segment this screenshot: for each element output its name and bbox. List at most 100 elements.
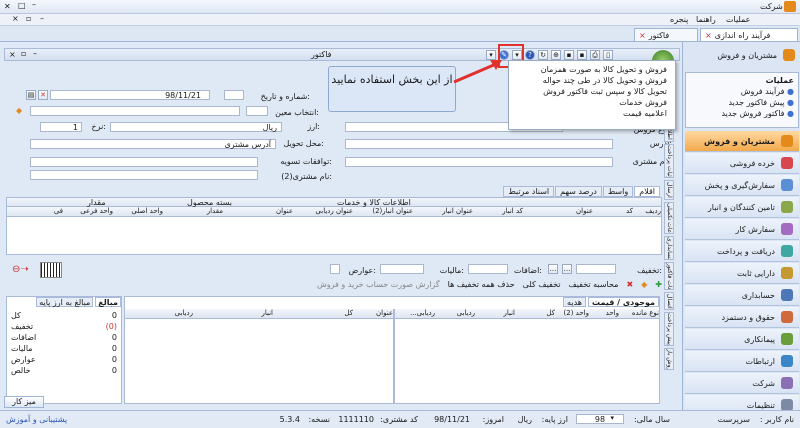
discount-ellipsis-button[interactable]: … — [548, 264, 558, 274]
menu-sale-delivery-simultaneous[interactable]: فروش و تحویل کالا به صورت همزمان — [517, 64, 667, 75]
clear-date-icon[interactable]: ✕ — [38, 90, 48, 100]
vtab-payment[interactable]: جزئیات پرداخت — [664, 144, 674, 178]
tab-items[interactable]: اقلام — [634, 186, 660, 197]
support-link[interactable]: پشتیبانی و آموزش — [6, 415, 67, 424]
help-icon[interactable]: ? — [525, 49, 535, 60]
menu-item-operations[interactable]: عملیات — [726, 15, 750, 24]
minimize-icon[interactable]: – — [32, 0, 36, 9]
report-button[interactable]: گزارش صورت حساب خرید و فروش — [317, 280, 440, 289]
op-new-invoice[interactable]: ● فاکتور فروش جدید — [690, 109, 794, 120]
col-warehouse2[interactable]: عنوان انبار(2) — [353, 207, 413, 216]
col-row[interactable]: ردیف — [633, 207, 661, 216]
col-price[interactable]: فی — [43, 207, 63, 216]
menu-service-sale[interactable]: فروش خدمات — [517, 97, 667, 108]
barcode-icon[interactable] — [40, 262, 62, 278]
menu-price-quote[interactable]: اعلامیه قیمت — [517, 108, 667, 119]
op-new-proforma[interactable]: ● پیش فاکتور جدید — [690, 98, 794, 109]
col-warehouse-code[interactable]: کد انبار — [473, 207, 523, 216]
duties-field[interactable] — [330, 264, 340, 274]
col-warehouse[interactable]: عنوان انبار — [413, 207, 473, 216]
lookup-icon[interactable]: ◆ — [16, 106, 22, 115]
col-tracking[interactable]: عنوان ردیابی — [293, 207, 353, 216]
col-quantity[interactable]: مقدار — [163, 207, 223, 216]
tab-invoice[interactable]: × فاکتور — [634, 28, 698, 41]
col-tracking[interactable]: ردیابی — [435, 309, 475, 318]
close-icon[interactable]: ✕ — [4, 2, 11, 11]
nav-button[interactable]: سفارش‌گیری و پخش — [685, 175, 799, 196]
invoice-number-field[interactable] — [224, 90, 244, 100]
attach-icon[interactable]: ⊕ — [551, 49, 561, 60]
nav-button[interactable]: خرده فروشی — [685, 153, 799, 174]
menu-item-help[interactable]: راهنما — [696, 15, 716, 24]
discount-field[interactable] — [576, 264, 616, 274]
new-document-icon[interactable]: ▯ — [603, 49, 613, 60]
tab-share[interactable]: درصد سهم — [555, 186, 602, 197]
add-icon[interactable]: ✚ — [655, 280, 662, 289]
splitter[interactable] — [393, 309, 395, 403]
settlement-field[interactable] — [30, 157, 258, 167]
col-unit[interactable]: واحد — [589, 309, 619, 318]
col-sub-unit[interactable]: واحد فرعی — [63, 207, 113, 216]
ledger-field[interactable] — [30, 106, 240, 116]
tax-field[interactable] — [380, 264, 424, 274]
menu-sale-delivery-multiple[interactable]: فروش و تحویل کالا در طی چند حواله — [517, 75, 667, 86]
col-warehouse[interactable]: انبار — [475, 309, 515, 318]
maximize-icon[interactable]: □ — [18, 1, 26, 10]
address-field[interactable] — [345, 139, 613, 149]
tab-gift[interactable]: هدیه — [563, 297, 586, 307]
vtab-invoice-info[interactable]: اطلاعات فاکتور — [664, 262, 674, 290]
tab-amounts[interactable]: مبالغ — [95, 297, 121, 307]
total-discount-button[interactable]: تخفیف کلی — [523, 280, 561, 289]
additions-field[interactable] — [468, 264, 508, 274]
customer-field[interactable] — [345, 157, 613, 167]
calc-discount-button[interactable]: محاسبه تخفیف — [568, 280, 618, 289]
col-unit2[interactable]: واحد (2) — [555, 309, 590, 318]
col-total[interactable]: کل — [515, 309, 555, 318]
delivery-address-field[interactable]: آدرس مشتری — [30, 139, 276, 149]
col-title[interactable]: عنوان — [353, 309, 393, 318]
nav-button[interactable]: ارتباطات — [685, 351, 799, 372]
col-code[interactable]: کد — [593, 207, 633, 216]
form-close-icon[interactable]: × — [9, 50, 16, 59]
col-main-unit[interactable]: واحد اصلی — [113, 207, 163, 216]
vtab-extra-info[interactable]: اطلاعات تکمیلی — [664, 202, 674, 234]
items-grid[interactable]: اطلاعات کالا و خدمات بسته محصول مقدار رد… — [6, 197, 662, 255]
nav-button[interactable]: سفارش کار — [685, 219, 799, 240]
col-warehouse[interactable]: انبار — [193, 309, 273, 318]
date-field[interactable]: 98/11/21 — [50, 90, 210, 100]
save-close-icon[interactable]: ▪ — [577, 49, 587, 60]
op-sale-process[interactable]: ● فرآیند فروش — [690, 87, 794, 98]
fiscal-year-select[interactable]: 98 — [576, 414, 624, 424]
mdi-minimize-icon[interactable]: – — [40, 14, 44, 23]
form-restore-icon[interactable]: ▫ — [21, 49, 26, 58]
menu-item-window[interactable]: پنجره — [670, 15, 688, 24]
vtab-prepayment[interactable]: فروش پیش پرداخت — [664, 312, 674, 346]
col-tracking[interactable]: ردیابی — [133, 309, 193, 318]
nav-button[interactable]: حسابداری — [685, 285, 799, 306]
col-total[interactable]: کل — [273, 309, 353, 318]
nav-button[interactable]: حقوق و دستمزد — [685, 307, 799, 328]
nav-button[interactable]: تامین کنندگان و انبار — [685, 197, 799, 218]
col-package-title[interactable]: عنوان — [223, 207, 293, 216]
delete-icon[interactable]: ✖ — [626, 280, 633, 289]
col-tracking-more[interactable]: ردیابی... — [395, 309, 435, 318]
vtab-shipping[interactable]: ارسال — [664, 180, 674, 200]
tab-setup-process[interactable]: × فرآیند راه اندازی — [700, 28, 798, 41]
vtab-link[interactable]: اتصال — [664, 292, 674, 310]
form-minimize-icon[interactable]: – — [33, 49, 37, 58]
nav-button[interactable]: پیمانکاری — [685, 329, 799, 350]
lock-icon[interactable]: ◆ — [641, 280, 647, 289]
refresh-icon[interactable]: ↻ — [538, 49, 548, 60]
mdi-close-icon[interactable]: × — [12, 14, 19, 23]
nav-button[interactable]: شرکت — [685, 373, 799, 394]
tab-close-icon[interactable]: × — [705, 31, 712, 40]
menu-delivery-then-invoice[interactable]: تحویل کالا و سپس ثبت فاکتور فروش — [517, 86, 667, 97]
chevron-down-icon[interactable]: ▾ — [610, 414, 614, 422]
ledger-code-field[interactable] — [246, 106, 268, 116]
tab-close-icon[interactable]: × — [639, 31, 646, 40]
tab-related-docs[interactable]: اسناد مرتبط — [503, 186, 555, 197]
remove-row-icon[interactable]: ⊖➝ — [12, 264, 34, 276]
nav-button[interactable]: مشتریان و فروش — [685, 131, 799, 152]
calendar-icon[interactable]: ▤ — [26, 90, 36, 100]
tab-intermediary[interactable]: واسط — [602, 186, 634, 197]
